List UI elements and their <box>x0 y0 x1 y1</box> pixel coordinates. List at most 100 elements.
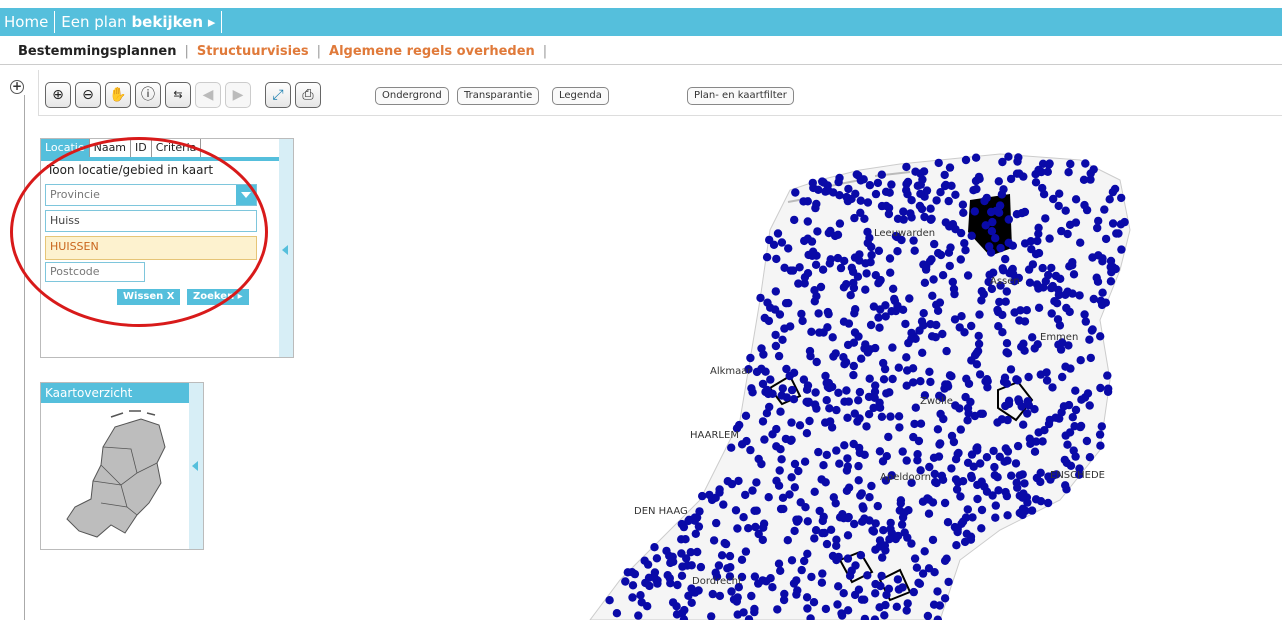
plan-marker[interactable] <box>991 513 1000 522</box>
plan-marker[interactable] <box>787 418 796 427</box>
plan-marker[interactable] <box>865 493 874 502</box>
plan-marker[interactable] <box>787 385 797 395</box>
plan-marker[interactable] <box>973 494 982 504</box>
tab-id[interactable]: ID <box>131 139 152 157</box>
plan-marker[interactable] <box>940 498 950 508</box>
plan-marker[interactable] <box>842 192 851 202</box>
plan-marker[interactable] <box>935 601 944 610</box>
plan-marker[interactable] <box>1061 481 1070 490</box>
plan-marker[interactable] <box>831 349 840 358</box>
plan-marker[interactable] <box>778 384 787 393</box>
plan-marker[interactable] <box>902 606 911 615</box>
plan-marker[interactable] <box>958 477 968 486</box>
plan-marker[interactable] <box>928 535 938 545</box>
plan-marker[interactable] <box>1043 167 1052 176</box>
plan-marker[interactable] <box>973 480 982 490</box>
plan-marker[interactable] <box>970 207 979 216</box>
plan-marker[interactable] <box>811 388 820 397</box>
plan-marker[interactable] <box>1047 263 1056 273</box>
plan-marker[interactable] <box>914 578 923 587</box>
plan-marker[interactable] <box>741 490 750 500</box>
plan-marker[interactable] <box>787 556 797 565</box>
plan-marker[interactable] <box>650 543 659 552</box>
plan-marker[interactable] <box>643 602 652 611</box>
plan-marker[interactable] <box>832 405 841 415</box>
plan-marker[interactable] <box>840 441 849 450</box>
plan-marker[interactable] <box>903 533 912 542</box>
plan-marker[interactable] <box>803 517 812 526</box>
plan-marker[interactable] <box>762 253 772 262</box>
plan-marker[interactable] <box>1024 401 1034 410</box>
plan-marker[interactable] <box>775 466 784 475</box>
plan-marker[interactable] <box>809 598 819 607</box>
plan-marker[interactable] <box>801 503 810 512</box>
plan-marker[interactable] <box>963 403 973 413</box>
plan-marker[interactable] <box>901 319 910 329</box>
plan-marker[interactable] <box>955 404 964 413</box>
plan-marker[interactable] <box>750 607 759 617</box>
plan-marker[interactable] <box>893 575 903 584</box>
overview-collapse-handle[interactable] <box>189 383 203 549</box>
plan-marker[interactable] <box>927 255 936 264</box>
plan-marker[interactable] <box>910 554 920 563</box>
plan-marker[interactable] <box>1093 223 1102 233</box>
plan-marker[interactable] <box>821 604 831 614</box>
plan-marker[interactable] <box>995 297 1004 307</box>
plan-marker[interactable] <box>895 423 904 432</box>
plan-marker[interactable] <box>956 228 966 238</box>
plan-marker[interactable] <box>769 240 779 249</box>
plan-marker[interactable] <box>941 380 950 389</box>
plan-marker[interactable] <box>1094 251 1103 260</box>
plan-marker[interactable] <box>956 425 965 434</box>
plan-marker[interactable] <box>886 518 895 528</box>
plan-marker[interactable] <box>952 541 961 550</box>
plan-marker[interactable] <box>733 593 742 602</box>
plan-marker[interactable] <box>842 466 852 475</box>
plan-marker[interactable] <box>727 587 736 596</box>
plan-marker[interactable] <box>988 217 997 227</box>
plan-marker[interactable] <box>937 471 947 480</box>
plan-marker[interactable] <box>752 478 761 487</box>
plan-marker[interactable] <box>863 198 873 207</box>
plan-marker[interactable] <box>816 282 826 292</box>
plan-marker[interactable] <box>876 275 885 285</box>
plan-marker[interactable] <box>882 201 891 211</box>
plan-marker[interactable] <box>805 416 814 426</box>
plan-marker[interactable] <box>936 188 945 197</box>
plan-marker[interactable] <box>834 582 843 591</box>
plan-marker[interactable] <box>932 196 941 205</box>
plan-marker[interactable] <box>893 214 903 223</box>
plan-marker[interactable] <box>1045 234 1054 243</box>
plan-marker[interactable] <box>1038 437 1047 446</box>
plan-marker[interactable] <box>678 562 687 571</box>
plan-marker[interactable] <box>898 447 907 456</box>
plan-marker[interactable] <box>885 254 895 263</box>
plan-marker[interactable] <box>863 238 872 248</box>
plan-marker[interactable] <box>864 410 874 419</box>
plan-marker[interactable] <box>930 469 939 479</box>
plan-marker[interactable] <box>975 370 985 379</box>
plan-marker[interactable] <box>662 546 671 556</box>
plan-marker[interactable] <box>758 379 768 389</box>
clear-button[interactable]: Wissen X <box>117 289 181 305</box>
plan-marker[interactable] <box>1034 223 1043 232</box>
plan-marker[interactable] <box>723 477 732 486</box>
plan-marker[interactable] <box>776 445 785 454</box>
plan-marker[interactable] <box>902 456 911 465</box>
plan-marker[interactable] <box>974 331 983 341</box>
plan-marker[interactable] <box>854 396 863 405</box>
plan-marker[interactable] <box>943 518 953 527</box>
plan-marker[interactable] <box>958 517 968 526</box>
plan-marker[interactable] <box>1018 470 1027 479</box>
plan-marker[interactable] <box>806 352 815 361</box>
plan-marker[interactable] <box>1085 453 1095 462</box>
plan-marker[interactable] <box>1020 207 1030 217</box>
plan-marker[interactable] <box>967 231 976 240</box>
plan-marker[interactable] <box>885 188 894 197</box>
plan-marker[interactable] <box>634 611 643 620</box>
plan-marker[interactable] <box>1013 376 1022 385</box>
plan-marker[interactable] <box>1000 457 1009 466</box>
plan-marker[interactable] <box>1076 356 1085 365</box>
plan-marker[interactable] <box>878 553 887 562</box>
zoom-out-icon[interactable]: ⊖ <box>75 82 101 108</box>
